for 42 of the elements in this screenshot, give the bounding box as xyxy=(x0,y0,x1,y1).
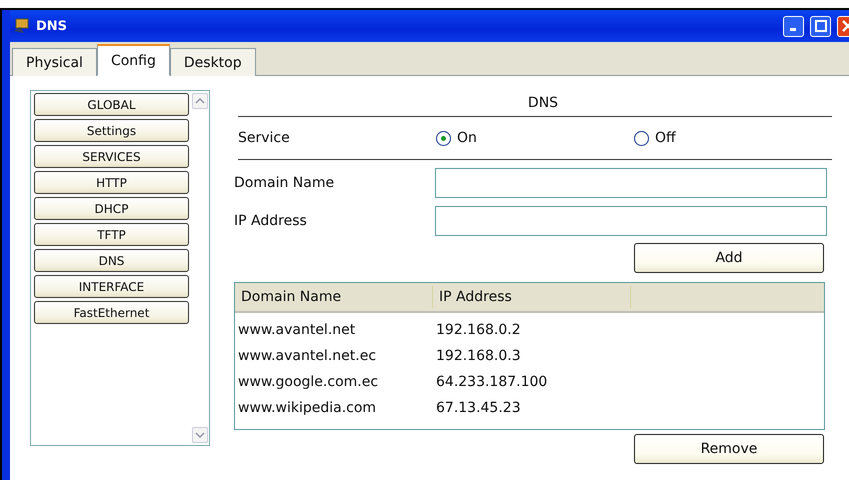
panel-title: DNS xyxy=(528,95,558,111)
table-cell-text: www.avantel.net.ec xyxy=(237,348,378,364)
scroll-down-icon[interactable] xyxy=(195,432,205,438)
tab[interactable]: Desktop xyxy=(170,48,256,76)
column-header: IP Address xyxy=(433,286,631,308)
table-cell-text: 192.168.0.3 xyxy=(435,348,522,364)
remove-button[interactable]: Remove xyxy=(634,434,824,464)
column-header: Domain Name xyxy=(235,286,433,308)
table-cell-text: 64.233.187.100 xyxy=(435,374,548,390)
field-label: IP Address xyxy=(234,213,307,229)
sidebar-item[interactable]: TFTP xyxy=(34,223,189,246)
scroll-up-button[interactable] xyxy=(192,93,208,109)
table-cell-text: 192.168.0.2 xyxy=(435,322,522,338)
add-button[interactable]: Add xyxy=(634,243,824,273)
maximize-icon[interactable] xyxy=(814,20,826,32)
sidebar-item[interactable]: DNS xyxy=(34,249,189,272)
scroll-down-button[interactable] xyxy=(192,427,208,443)
sidebar-item[interactable]: INTERFACE xyxy=(34,275,189,298)
table-cell-text: www.avantel.net xyxy=(237,322,356,338)
sidebar-item[interactable]: Settings xyxy=(34,119,189,142)
input-field[interactable] xyxy=(435,168,827,198)
radio-label: Off xyxy=(655,130,676,146)
tab[interactable]: Config xyxy=(96,44,170,76)
sidebar-item[interactable]: DHCP xyxy=(34,197,189,220)
sidebar-item[interactable]: GLOBAL xyxy=(34,93,189,116)
service-label: Service xyxy=(238,130,290,146)
table-cell-text: 67.13.45.23 xyxy=(435,400,522,416)
window-title: DNS xyxy=(36,18,68,34)
radio-label: On xyxy=(457,130,477,146)
maximize-button[interactable] xyxy=(810,16,831,36)
scroll-up-icon[interactable] xyxy=(195,98,205,104)
table-cell-text: www.google.com.ec xyxy=(237,374,380,390)
radio-button[interactable] xyxy=(436,130,451,146)
input-field[interactable] xyxy=(435,206,827,236)
field-label: Domain Name xyxy=(234,175,334,191)
radio-button[interactable] xyxy=(634,130,649,146)
sidebar-item[interactable]: SERVICES xyxy=(34,145,189,168)
sidebar-item[interactable]: HTTP xyxy=(34,171,189,194)
table-cell-text: www.wikipedia.com xyxy=(237,400,378,416)
tab[interactable]: Physical xyxy=(12,48,97,76)
sidebar-item[interactable]: FastEthernet xyxy=(34,301,189,324)
minimize-button[interactable] xyxy=(783,16,804,36)
